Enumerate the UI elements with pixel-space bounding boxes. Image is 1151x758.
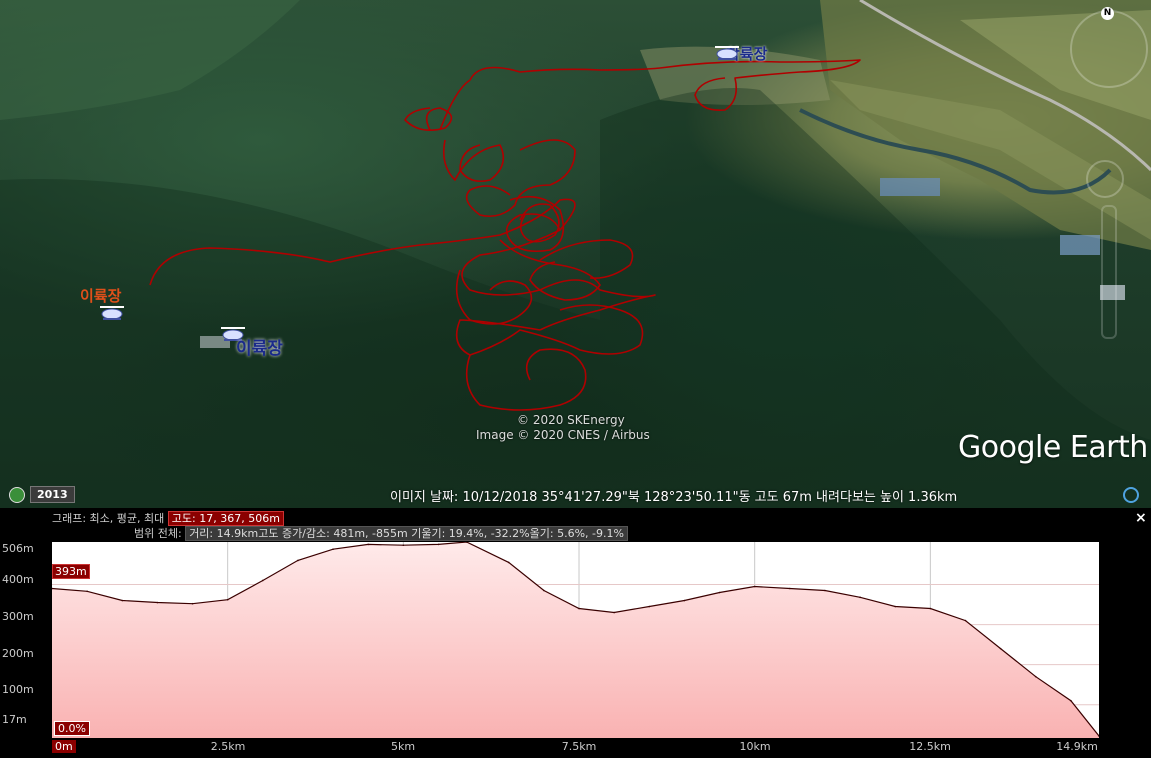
elevation-point bbox=[437, 543, 440, 546]
elevation-point bbox=[929, 607, 932, 610]
elevation-point bbox=[789, 587, 791, 590]
close-icon[interactable]: × bbox=[1135, 510, 1147, 526]
range-legend: 범위 전체: 거리: 14.9km고도 증가/감소: 481m, -855m 기… bbox=[134, 525, 628, 541]
elevation-point bbox=[753, 585, 756, 588]
clock-icon[interactable] bbox=[9, 487, 25, 503]
y-tick-label: 200m bbox=[2, 647, 34, 660]
y-tick-label: 400m bbox=[2, 573, 34, 586]
y-tick-label: 100m bbox=[2, 683, 34, 696]
cursor-elevation-label: 393m bbox=[52, 564, 90, 579]
copyright-line1: © 2020 SKEnergy bbox=[517, 413, 625, 427]
look-control-icon[interactable] bbox=[1086, 160, 1124, 198]
elevation-profile-panel: 그래프: 최소, 평균, 최대 고도: 17, 367, 506m 범위 전체:… bbox=[0, 508, 1151, 758]
status-bar-text: 이미지 날짜: 10/12/2018 35°41'27.29"북 128°23'… bbox=[390, 490, 958, 505]
elevation-summary[interactable]: 고도: 17, 367, 506m bbox=[167, 511, 284, 526]
compass-icon[interactable] bbox=[1070, 10, 1148, 88]
elevation-point bbox=[262, 579, 264, 582]
x-tick-label: 0m bbox=[52, 740, 76, 753]
elevation-point bbox=[718, 591, 721, 594]
elevation-point bbox=[156, 601, 159, 604]
helicopter-icon[interactable] bbox=[712, 44, 742, 62]
elevation-point bbox=[683, 599, 686, 602]
elevation-point bbox=[507, 561, 510, 564]
elevation-point bbox=[648, 605, 651, 608]
elevation-area bbox=[52, 542, 1099, 738]
elevation-point bbox=[402, 544, 405, 547]
range-legend-prefix: 범위 전체: bbox=[134, 527, 182, 540]
elevation-point bbox=[859, 596, 861, 599]
elevation-chart[interactable] bbox=[52, 542, 1099, 738]
elevation-point bbox=[964, 619, 967, 622]
google-earth-logo: Google Earth bbox=[958, 430, 1148, 465]
elevation-point bbox=[191, 602, 194, 605]
compass-north-letter[interactable]: N bbox=[1101, 7, 1114, 20]
y-tick-label: 300m bbox=[2, 610, 34, 623]
elevation-point bbox=[297, 559, 299, 562]
x-tick-label: 2.5km bbox=[210, 740, 246, 753]
elevation-point bbox=[226, 598, 229, 601]
elevation-point bbox=[894, 605, 897, 608]
elevation-point bbox=[999, 647, 1002, 650]
zoom-slider-icon[interactable] bbox=[1101, 205, 1117, 339]
elevation-point bbox=[121, 599, 124, 602]
elevation-point bbox=[367, 543, 370, 546]
elevation-point bbox=[824, 589, 826, 592]
historical-imagery-year[interactable]: 2013 bbox=[30, 486, 75, 503]
graph-legend-prefix: 그래프: 최소, 평균, 최대 bbox=[52, 512, 165, 525]
map-view[interactable]: 착륙장 이륙장 이륙장 © 2020 SKEnergy Image © 2020… bbox=[0, 0, 1151, 508]
x-tick-label: 14.9km bbox=[1056, 740, 1098, 753]
elevation-point bbox=[1070, 699, 1072, 702]
elevation-point bbox=[1034, 675, 1037, 678]
y-tick-label: 506m bbox=[2, 542, 34, 555]
x-tick-label: 10km bbox=[739, 740, 771, 753]
helicopter-icon[interactable] bbox=[97, 304, 127, 322]
x-tick-label: 5km bbox=[390, 740, 416, 753]
streaming-indicator-icon bbox=[1123, 487, 1139, 503]
elevation-point bbox=[332, 548, 334, 551]
elevation-point bbox=[86, 590, 88, 593]
y-tick-label: 17m bbox=[2, 713, 27, 726]
elevation-point bbox=[578, 607, 580, 610]
takeoff-zone-mid-label: 이륙장 bbox=[236, 339, 283, 359]
takeoff-zone-top-label: 이륙장 bbox=[80, 287, 122, 305]
graph-legend: 그래프: 최소, 평균, 최대 고도: 17, 367, 506m bbox=[52, 510, 284, 526]
elevation-point bbox=[543, 589, 545, 592]
x-tick-label: 12.5km bbox=[909, 740, 951, 753]
elevation-point bbox=[613, 611, 615, 614]
range-stats: 거리: 14.9km고도 증가/감소: 481m, -855m 기울기: 19.… bbox=[185, 526, 628, 541]
cursor-grade-label: 0.0% bbox=[54, 721, 90, 736]
x-tick-label: 7.5km bbox=[561, 740, 597, 753]
copyright-line2: Image © 2020 CNES / Airbus bbox=[476, 428, 650, 442]
